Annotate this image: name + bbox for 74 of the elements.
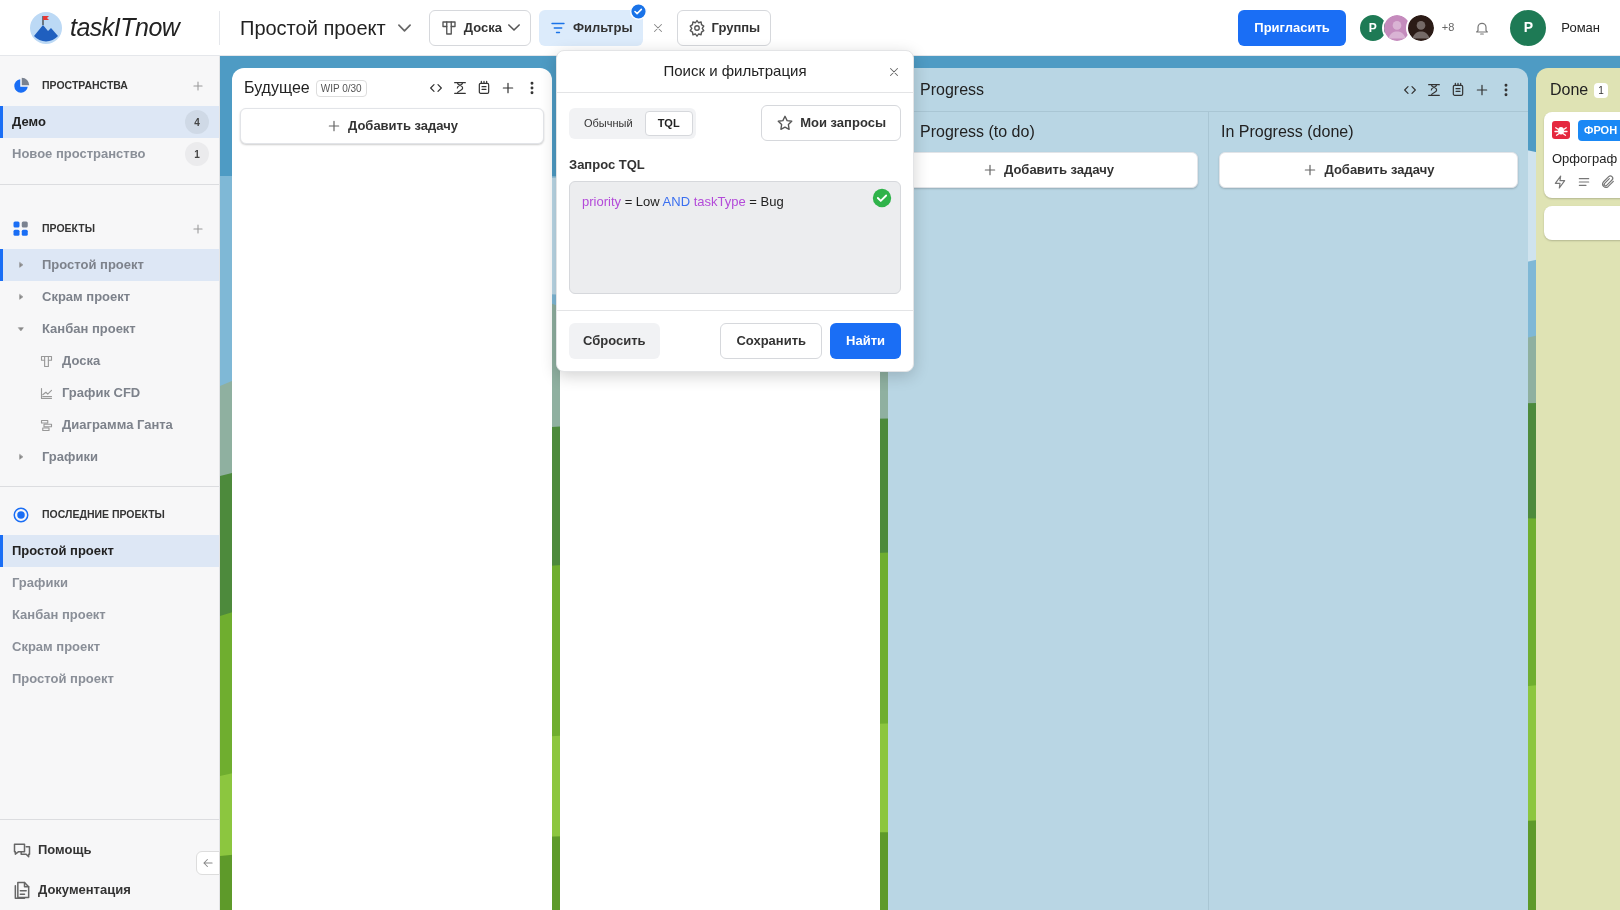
- filter-button[interactable]: Фильтры: [538, 9, 643, 46]
- more-users-count[interactable]: +8: [1441, 19, 1455, 36]
- collapse-icon[interactable]: [452, 80, 468, 96]
- invite-button[interactable]: Пригласить: [1238, 9, 1346, 46]
- sidebar-item[interactable]: Канбан проект: [0, 313, 219, 345]
- caret-right-icon: [17, 453, 25, 461]
- count-badge: 4: [185, 110, 209, 134]
- footer-link[interactable]: Помощь: [12, 830, 92, 870]
- paperclip-icon: [1600, 174, 1616, 190]
- groups-button[interactable]: Группы: [676, 9, 772, 46]
- chevron-down-icon: [507, 24, 520, 31]
- subcolumn-title: In Progress (done): [1220, 122, 1355, 142]
- gear-icon: [687, 18, 706, 37]
- footer-link[interactable]: Документация: [12, 870, 131, 910]
- chevron-down-icon: [397, 23, 411, 32]
- add-task-button[interactable]: Добавить задачу: [1219, 152, 1518, 188]
- mode-tab[interactable]: Обычный: [572, 110, 645, 136]
- project-title-dropdown[interactable]: Простой проект: [240, 12, 411, 43]
- mode-tab[interactable]: TQL: [644, 110, 693, 136]
- my-queries-button[interactable]: Мои запросы: [761, 105, 901, 141]
- board-icon: [39, 353, 54, 369]
- chart-icon: [39, 385, 54, 401]
- add-task-button[interactable]: Добавить задачу: [240, 108, 544, 144]
- plus-icon[interactable]: [500, 80, 516, 96]
- caret-right-icon: [17, 293, 25, 301]
- sidebar-item[interactable]: Демо 4: [0, 106, 219, 138]
- section-title: ПОСЛЕДНИЕ ПРОЕКТЫ: [42, 507, 166, 523]
- bug-icon: [1552, 121, 1570, 140]
- view-dropdown[interactable]: Доска: [428, 9, 531, 46]
- column-title: Progress: [920, 79, 985, 100]
- section-title: ПРОЕКТЫ: [42, 221, 96, 237]
- tag: ФРОН: [1578, 120, 1620, 141]
- caret-right-icon: [17, 261, 25, 269]
- column-title: Будущее: [244, 78, 310, 98]
- logo-text: taskITnow: [70, 11, 180, 43]
- user-avatar[interactable]: Р: [1510, 9, 1547, 46]
- star-icon: [776, 114, 795, 132]
- field-label: Запрос TQL: [569, 156, 646, 174]
- sidebar-item[interactable]: Простой проект: [0, 535, 219, 567]
- sidebar-item[interactable]: Новое пространство 1: [0, 138, 219, 170]
- query-field[interactable]: priority = Low AND taskType = Bug: [569, 180, 901, 294]
- collapse-icon[interactable]: [1426, 81, 1442, 98]
- chat-icon: [12, 840, 32, 860]
- sidebar-item[interactable]: График CFD: [0, 377, 219, 409]
- task-card[interactable]: ФРОН Орфограф: [1544, 112, 1620, 198]
- plus-icon: [982, 162, 998, 178]
- sidebar-item[interactable]: Скрам проект: [0, 281, 219, 313]
- sidebar-item[interactable]: Доска: [0, 345, 219, 377]
- lightning-icon[interactable]: [1552, 174, 1568, 190]
- sidebar-item[interactable]: Диаграмма Ганта: [0, 409, 219, 441]
- save-button[interactable]: Сохранить: [720, 322, 823, 359]
- task-count: 1: [1594, 82, 1608, 98]
- grid-icon: [12, 220, 30, 238]
- plus-icon: [326, 118, 342, 134]
- card-icon[interactable]: [1450, 81, 1466, 98]
- card-icon[interactable]: [476, 80, 492, 96]
- gantt-icon: [39, 417, 54, 433]
- user-name[interactable]: Роман: [1561, 17, 1600, 38]
- logo-icon: [30, 11, 62, 44]
- subcolumn-title: Progress (to do): [919, 122, 1036, 142]
- caret-down-icon: [17, 325, 25, 333]
- board-icon: [439, 18, 458, 37]
- pie-chart-icon: [12, 77, 30, 95]
- reset-button[interactable]: Сбросить: [569, 322, 660, 359]
- wip-limit: WIP 0/30: [315, 79, 367, 97]
- find-button[interactable]: Найти: [830, 322, 901, 359]
- count-badge: 1: [185, 142, 209, 166]
- document-icon: [12, 880, 32, 900]
- sidebar-item[interactable]: Графики: [0, 441, 219, 473]
- column-title: Done: [1550, 80, 1589, 100]
- section-title: ПРОСТРАНСТВА: [42, 78, 129, 94]
- arrow-left-icon: [201, 856, 215, 870]
- task-title: Орфограф: [1552, 149, 1618, 168]
- dialog-title: Поиск и фильтрация: [663, 61, 807, 82]
